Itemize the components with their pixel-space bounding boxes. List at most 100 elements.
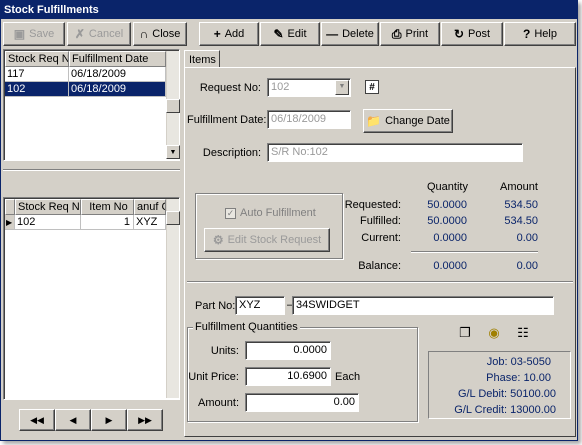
- balance-divider: [411, 251, 538, 253]
- units-field[interactable]: 0.0000: [245, 341, 331, 360]
- balance-label: Balance:: [358, 260, 401, 272]
- scroll-down-arrow-icon[interactable]: ▼: [166, 145, 180, 159]
- lookup-number-icon[interactable]: #: [365, 80, 379, 94]
- items-grid: Stock Req No Item No anuf Co ▶ 102 1 XYZ: [3, 197, 180, 400]
- cancel-x-icon: ✗: [74, 27, 85, 41]
- part-no-label: Part No:: [195, 300, 236, 312]
- cell-stock-req-no: 102: [15, 215, 81, 230]
- delete-button[interactable]: — Delete: [321, 22, 379, 46]
- fulfilled-amount: 534.50: [504, 215, 538, 227]
- auto-fulfillment-checkbox[interactable]: ✓ Auto Fulfillment: [225, 207, 316, 219]
- edit-button[interactable]: ✎ Edit: [260, 22, 320, 46]
- post-button[interactable]: ↻ Post: [441, 22, 503, 46]
- previous-record-icon: ◀: [69, 414, 77, 425]
- stock-fulfillments-window: Stock Fulfillments ▣ Save ✗ Cancel ∩ Clo…: [0, 0, 578, 441]
- gl-credit-info: G/L Credit: 13000.00: [454, 404, 556, 416]
- floppy-disk-icon: ▣: [13, 27, 26, 41]
- scroll-thumb[interactable]: [166, 211, 180, 225]
- amount-label: Amount:: [198, 397, 239, 409]
- column-header-fulfillment-date[interactable]: Fulfillment Date: [69, 51, 166, 67]
- row-pointer-icon: ▶: [5, 215, 15, 230]
- cell-fulfillment-date: 06/18/2009: [69, 67, 166, 82]
- current-label: Current:: [361, 232, 401, 244]
- description-label: Description:: [202, 147, 261, 159]
- close-button[interactable]: ∩ Close: [133, 22, 187, 46]
- fulfilled-quantity: 50.0000: [427, 215, 467, 227]
- cell-fulfillment-date: 06/18/2009: [69, 82, 166, 97]
- edit-stock-request-button[interactable]: ⚙ Edit Stock Request: [204, 228, 330, 252]
- row-indicator-header: [5, 199, 15, 215]
- help-button[interactable]: ? Help: [504, 22, 576, 46]
- vertical-scrollbar[interactable]: ▼: [166, 51, 180, 159]
- amount-field[interactable]: 0.00: [245, 393, 359, 412]
- last-record-button[interactable]: ▶▶: [127, 409, 163, 431]
- column-header-stock-req-no[interactable]: Stock Req No: [5, 51, 69, 67]
- last-record-icon: ▶▶: [138, 414, 152, 425]
- gl-info-box: Job: 03-5050 Phase: 10.00 G/L Debit: 501…: [428, 351, 571, 419]
- request-no-dropdown[interactable]: 102 ▼: [267, 78, 351, 97]
- previous-record-button[interactable]: ◀: [55, 409, 91, 431]
- description-field[interactable]: S/R No:102: [267, 143, 523, 162]
- copy-icon[interactable]: ❐: [457, 325, 473, 341]
- print-button[interactable]: ⎙ Print: [380, 22, 440, 46]
- question-mark-icon: ?: [523, 27, 531, 41]
- balance-amount: 0.00: [516, 260, 538, 272]
- quantity-header: Quantity: [427, 181, 468, 193]
- cell-manuf-code: XYZ: [134, 215, 166, 230]
- each-label: Each: [335, 371, 361, 383]
- section-divider: [187, 281, 573, 283]
- requested-amount: 534.50: [504, 199, 538, 211]
- current-quantity: 0.0000: [433, 232, 467, 244]
- splitter[interactable]: [3, 169, 180, 171]
- requested-quantity: 50.0000: [427, 199, 467, 211]
- first-record-icon: ◀◀: [30, 414, 44, 425]
- minus-icon: —: [326, 27, 339, 41]
- coin-icon[interactable]: ◉: [486, 325, 502, 341]
- next-record-button[interactable]: ▶: [91, 409, 127, 431]
- add-button[interactable]: + Add: [199, 22, 259, 46]
- current-amount: 0.00: [516, 232, 538, 244]
- tab-items[interactable]: Items: [184, 50, 220, 68]
- gl-debit-info: G/L Debit: 50100.00: [457, 388, 556, 400]
- fulfilled-label: Fulfilled:: [360, 215, 401, 227]
- units-label: Units:: [210, 345, 239, 357]
- window-title: Stock Fulfillments: [1, 1, 577, 19]
- column-header-item-no[interactable]: Item No: [81, 199, 134, 215]
- checkmark-icon: ✓: [225, 207, 236, 219]
- next-record-icon: ▶: [105, 414, 113, 425]
- cell-stock-req-no: 102: [5, 82, 69, 97]
- amount-header: Amount: [500, 181, 538, 193]
- hierarchy-icon[interactable]: ☷: [515, 325, 531, 341]
- door-icon: ∩: [139, 27, 149, 41]
- balance-quantity: 0.0000: [433, 260, 467, 272]
- folder-icon: 📁: [366, 114, 382, 128]
- dropdown-arrow-icon[interactable]: ▼: [335, 80, 349, 95]
- phase-info: Phase: 10.00: [486, 372, 551, 384]
- save-button[interactable]: ▣ Save: [3, 22, 65, 46]
- cell-stock-req-no: 117: [5, 67, 69, 82]
- change-date-button[interactable]: 📁 Change Date: [363, 109, 453, 133]
- cell-item-no: 1: [81, 215, 134, 230]
- part-no-field[interactable]: 34SWIDGET: [292, 296, 554, 315]
- part-manufacturer-field[interactable]: XYZ: [235, 296, 285, 315]
- unit-price-label: Unit Price:: [188, 371, 239, 383]
- fulfillment-quantities-title: Fulfillment Quantities: [193, 321, 300, 333]
- cancel-button[interactable]: ✗ Cancel: [67, 22, 131, 46]
- refresh-icon: ↻: [453, 27, 465, 41]
- vertical-scrollbar[interactable]: [166, 199, 180, 398]
- fulfillment-date-label: Fulfillment Date:: [187, 114, 267, 126]
- requested-label: Requested:: [344, 199, 401, 211]
- fulfillments-grid: Stock Req No Fulfillment Date 117 06/18/…: [3, 49, 180, 161]
- pencil-icon: ✎: [273, 27, 284, 41]
- scroll-thumb[interactable]: [166, 99, 180, 113]
- edit-request-icon: ⚙: [212, 233, 224, 247]
- column-header-manuf-code[interactable]: anuf Co: [134, 199, 166, 215]
- plus-icon: +: [213, 27, 221, 41]
- unit-price-field[interactable]: 10.6900: [245, 367, 331, 386]
- printer-icon: ⎙: [391, 27, 402, 41]
- request-no-label: Request No:: [199, 82, 261, 94]
- first-record-button[interactable]: ◀◀: [19, 409, 55, 431]
- column-header-stock-req-no[interactable]: Stock Req No: [15, 199, 81, 215]
- fulfillment-date-field[interactable]: 06/18/2009: [267, 110, 351, 129]
- job-info: Job: 03-5050: [486, 356, 551, 368]
